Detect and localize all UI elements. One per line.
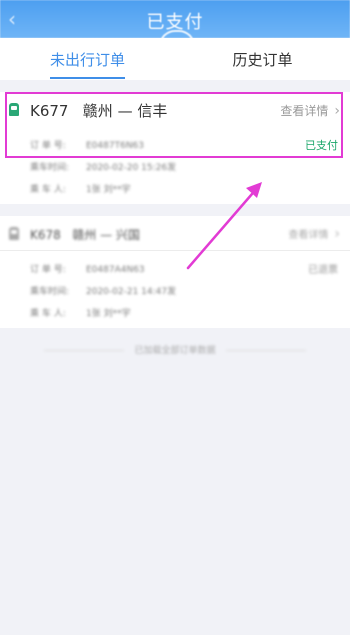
annotation-arrow-icon (186, 182, 262, 270)
